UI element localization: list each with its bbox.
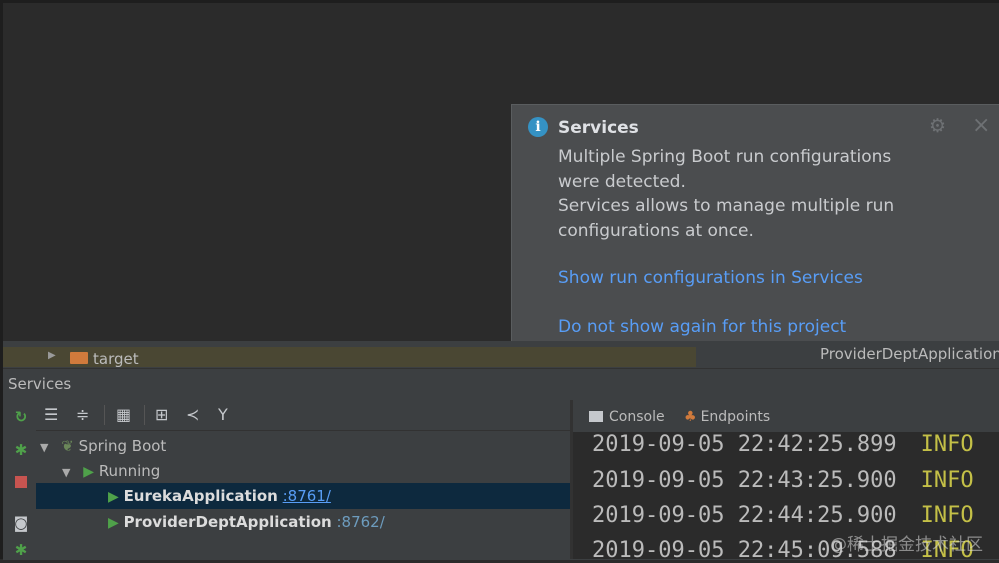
app-name: EurekaApplication (123, 487, 278, 505)
group-by-icon[interactable]: ▦ (116, 405, 131, 424)
add-service-icon[interactable]: ⊞ (155, 405, 168, 424)
show-in-services-link[interactable]: Show run configurations in Services (558, 268, 863, 288)
log-line: 2019-09-05 22:44:25.900 INFO (592, 503, 974, 528)
log-line: 2019-09-05 22:43:25.900 INFO (592, 468, 974, 493)
expand-all-icon[interactable]: ☰ (44, 405, 58, 424)
filter-icon[interactable]: ≺ (186, 405, 199, 424)
expand-arrow-icon[interactable]: ▶ (48, 350, 56, 361)
spring-boot-icon: ❦ (61, 437, 74, 455)
attach-debugger-icon[interactable]: ✱ (13, 542, 29, 558)
debug-icon[interactable]: ✱ (13, 442, 29, 458)
log-level: INFO (920, 468, 974, 493)
run-icon: ▶ (108, 489, 119, 505)
services-left-toolbar: ↻ ✱ ◙ ✱ (3, 400, 33, 559)
tree-node-spring-boot[interactable]: ▼ ❦ Spring Boot (40, 437, 166, 455)
collapse-all-icon[interactable]: ≑ (76, 405, 89, 424)
log-timestamp: 2019-09-05 22:44:25.900 (592, 503, 897, 528)
do-not-show-again-link[interactable]: Do not show again for this project (558, 317, 846, 337)
log-timestamp: 2019-09-05 22:42:25.899 (592, 432, 897, 457)
toolbar-separator (144, 405, 145, 425)
rerun-icon[interactable]: ↻ (13, 409, 29, 425)
log-line: 2019-09-05 22:42:25.899 INFO (592, 432, 974, 457)
endpoints-icon: ♣ (684, 409, 697, 425)
notification-body-line: were detected. (558, 171, 686, 192)
notification-title: Services (558, 118, 639, 138)
gear-icon[interactable]: ⚙ (929, 115, 946, 137)
tree-node-label: Spring Boot (78, 437, 167, 455)
log-timestamp: 2019-09-05 22:43:25.900 (592, 468, 897, 493)
camera-icon[interactable]: ◙ (13, 515, 29, 531)
tree-node-eureka-app[interactable]: ▶ EurekaApplication :8761/ (108, 487, 331, 505)
stop-icon[interactable] (13, 474, 29, 490)
services-panel-title: Services (8, 375, 72, 393)
notification-body-line: configurations at once. (558, 220, 754, 241)
tab-label: Endpoints (700, 409, 771, 425)
app-name: ProviderDeptApplication (123, 513, 332, 531)
run-icon: ▶ (108, 515, 119, 531)
services-notification: i Services ⚙ × Multiple Spring Boot run … (511, 104, 999, 345)
split-icon[interactable]: Y (218, 405, 228, 424)
folder-icon (70, 352, 88, 364)
console-icon (589, 411, 603, 422)
info-icon: i (528, 117, 548, 137)
watermark: @稀土掘金技术社区 (830, 535, 983, 555)
port-link[interactable]: :8761/ (283, 487, 331, 505)
port-link[interactable]: :8762/ (336, 513, 384, 531)
log-level: INFO (920, 432, 974, 457)
notification-body-line: Services allows to manage multiple run (558, 196, 895, 216)
editor-tab-label[interactable]: ProviderDeptApplication (820, 345, 999, 363)
tree-node-label: Running (98, 462, 161, 480)
run-icon: ▶ (83, 464, 95, 480)
toolbar-separator (104, 405, 105, 425)
tree-node-provider-app[interactable]: ▶ ProviderDeptApplication :8762/ (108, 513, 385, 531)
collapse-arrow-icon[interactable]: ▼ (40, 441, 48, 454)
notification-body: Multiple Spring Boot run configurations … (558, 145, 938, 243)
log-level: INFO (920, 503, 974, 528)
tab-console[interactable]: Console (589, 409, 665, 425)
collapse-arrow-icon[interactable]: ▼ (62, 466, 70, 479)
close-icon[interactable]: × (972, 113, 990, 138)
tab-endpoints[interactable]: ♣ Endpoints (684, 409, 770, 425)
tab-label: Console (609, 409, 665, 425)
tree-node-running[interactable]: ▼ ▶ Running (62, 462, 160, 480)
folder-label[interactable]: target (93, 350, 139, 368)
notification-body-line: Multiple Spring Boot run configurations (558, 147, 892, 167)
